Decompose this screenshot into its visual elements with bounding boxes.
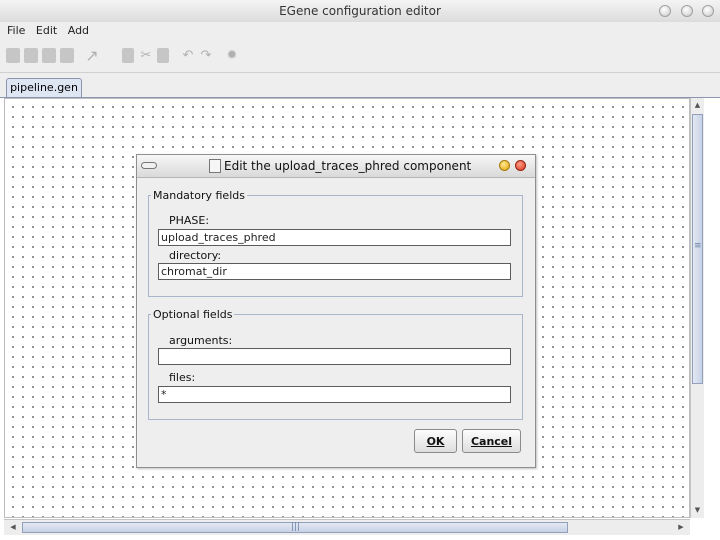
mandatory-fields-legend: Mandatory fields (153, 189, 245, 202)
scroll-down-icon[interactable]: ▼ (691, 504, 704, 516)
java-icon (209, 159, 221, 173)
tab-pipeline-gen[interactable]: pipeline.gen (6, 78, 82, 97)
vertical-scrollbar[interactable]: ▲ ≡ ▼ (690, 98, 704, 518)
window-title: EGene configuration editor (279, 4, 441, 18)
redo-icon[interactable]: ↷ (199, 48, 213, 63)
arguments-field[interactable] (158, 348, 511, 365)
optional-fields-legend: Optional fields (153, 308, 233, 321)
grip-icon: ≡ (694, 241, 702, 251)
directory-label: directory: (169, 249, 222, 262)
undo-icon[interactable]: ↶ (181, 48, 195, 63)
close-icon[interactable] (702, 5, 714, 17)
window-titlebar[interactable]: EGene configuration editor (0, 0, 720, 23)
gear-icon[interactable]: ✹ (225, 48, 239, 63)
open-folder-icon[interactable] (24, 48, 38, 63)
new-file-icon[interactable] (6, 48, 20, 63)
close-file-icon[interactable] (60, 48, 74, 63)
menu-file[interactable]: File (7, 24, 25, 37)
paste-icon[interactable] (157, 48, 169, 63)
close-icon[interactable] (515, 160, 526, 171)
vertical-scroll-thumb[interactable]: ≡ (692, 114, 703, 384)
cut-icon[interactable]: ✂ (139, 48, 153, 63)
minimize-icon[interactable] (659, 5, 671, 17)
arguments-label: arguments: (169, 334, 233, 347)
scroll-right-icon[interactable]: ▶ (674, 520, 688, 535)
directory-field[interactable] (158, 263, 511, 280)
minimize-icon[interactable] (499, 160, 510, 171)
horizontal-scrollbar[interactable]: ◀ ||| ▶ (4, 519, 690, 535)
dialog-titlebar[interactable]: Edit the upload_traces_phred component (137, 155, 535, 178)
scroll-left-icon[interactable]: ◀ (6, 520, 20, 535)
files-field[interactable] (158, 386, 511, 403)
maximize-icon[interactable] (681, 5, 693, 17)
edit-component-dialog: Edit the upload_traces_phred component M… (136, 154, 536, 468)
save-icon[interactable] (42, 48, 56, 63)
horizontal-scroll-thumb[interactable]: ||| (22, 522, 568, 533)
phase-label: PHASE: (169, 214, 210, 227)
tab-strip: pipeline.gen (0, 73, 720, 98)
menu-bar: File Edit Add (0, 22, 720, 40)
ok-button[interactable]: OK (414, 429, 457, 453)
phase-field[interactable] (158, 229, 511, 246)
copy-icon[interactable] (122, 48, 134, 63)
scroll-up-icon[interactable]: ▲ (691, 99, 704, 111)
grip-icon: ||| (291, 522, 301, 532)
menu-add[interactable]: Add (68, 24, 89, 37)
dialog-title: Edit the upload_traces_phred component (224, 159, 472, 173)
menu-edit[interactable]: Edit (36, 24, 57, 37)
cancel-button[interactable]: Cancel (462, 429, 521, 453)
files-label: files: (169, 371, 196, 384)
window-menu-icon[interactable] (141, 162, 157, 169)
toolbar: ↗ ✂ ↶ ↷ ✹ (0, 40, 720, 73)
arrow-icon[interactable]: ↗ (85, 48, 99, 64)
